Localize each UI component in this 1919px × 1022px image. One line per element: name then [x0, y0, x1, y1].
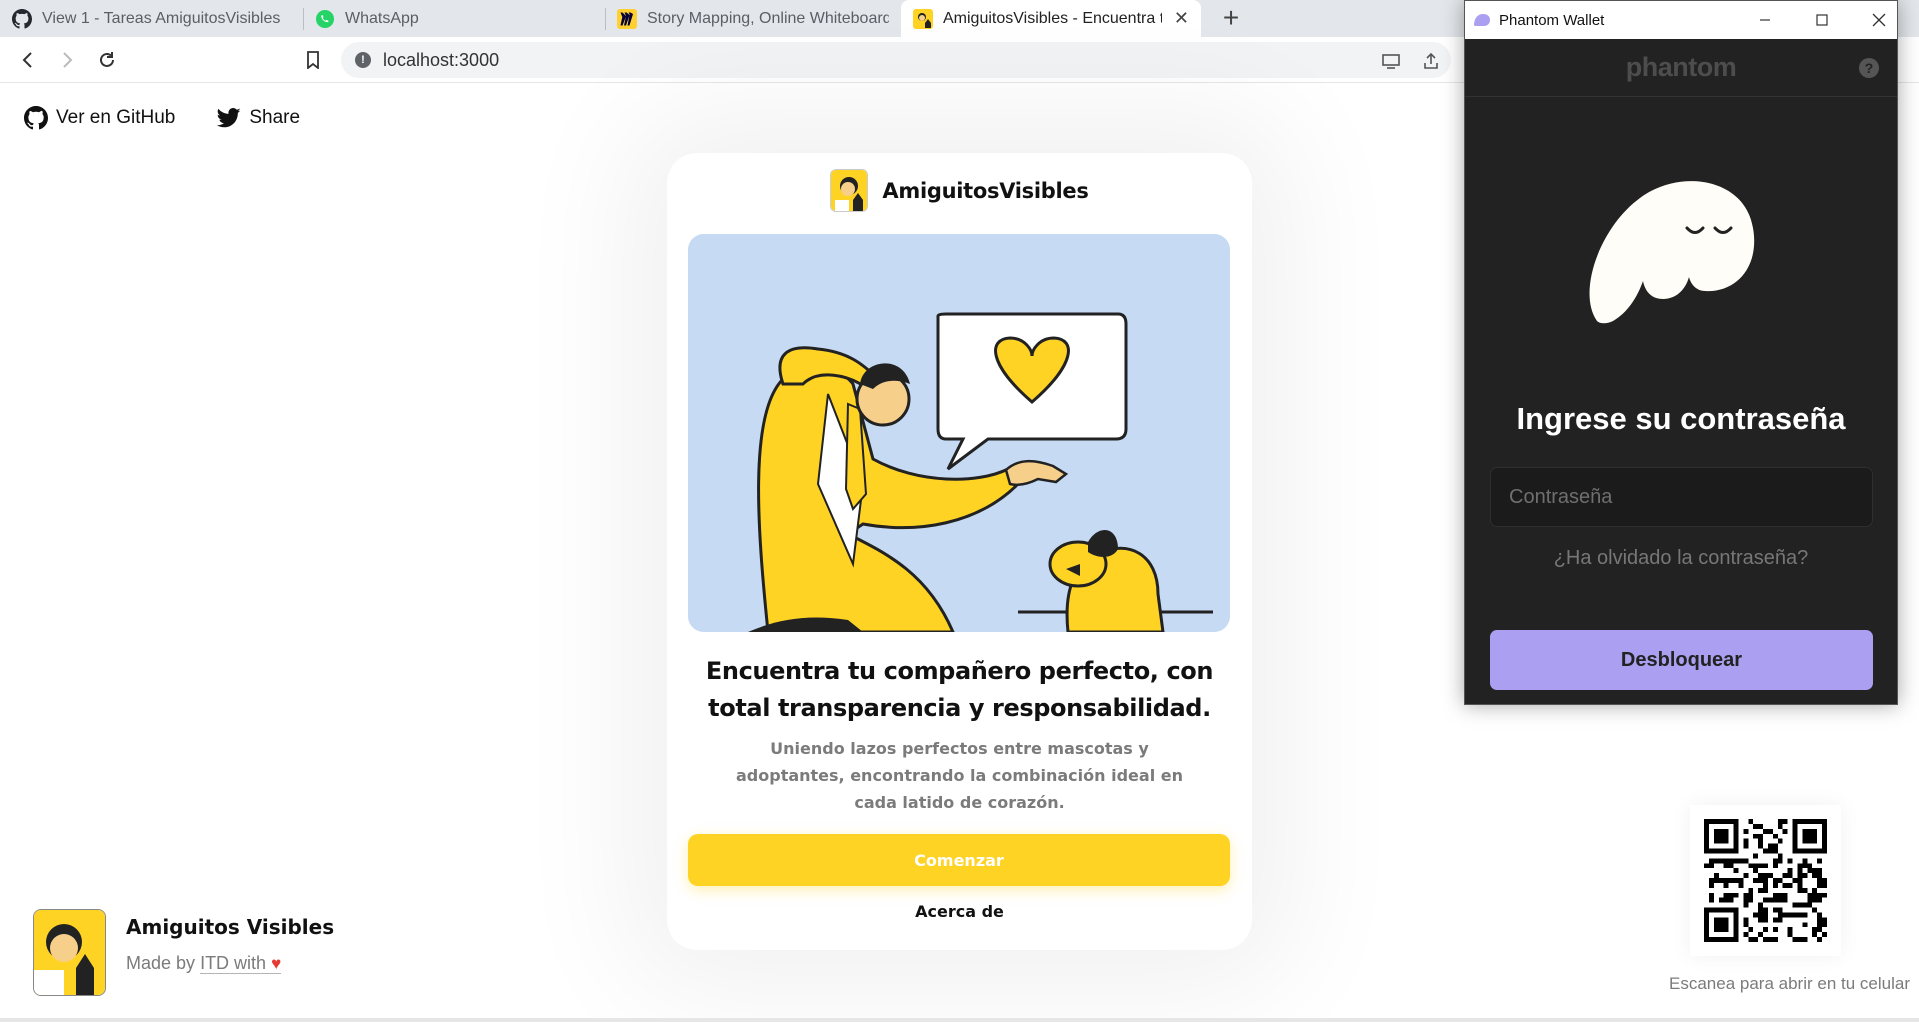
hero-illustration — [688, 234, 1230, 632]
footer-logo — [33, 909, 106, 996]
new-tab-icon[interactable]: + — [1215, 2, 1247, 34]
password-input[interactable] — [1490, 467, 1873, 527]
bookmark-icon[interactable] — [300, 47, 326, 73]
qr-caption: Escanea para abrir en tu celular — [1669, 974, 1910, 993]
ghost-icon — [1589, 181, 1755, 324]
address-bar[interactable]: ! localhost:3000 — [341, 42, 1451, 78]
landing-card: AmiguitosVisibles Encuentra tu compañero… — [667, 153, 1252, 950]
qr-code — [1690, 805, 1841, 956]
miro-icon — [617, 8, 637, 29]
wallet-titlebar[interactable]: Phantom Wallet — [1465, 1, 1897, 39]
tab-title: Story Mapping, Online Whiteboard for — [647, 9, 889, 27]
github-icon — [12, 8, 32, 29]
github-link-label: Ver en GitHub — [56, 107, 176, 128]
close-icon[interactable] — [1869, 10, 1889, 30]
tab-whatsapp[interactable]: WhatsApp — [303, 0, 603, 37]
made-by-link[interactable]: ITD with ♥ — [200, 953, 282, 974]
share-link[interactable]: Share — [217, 107, 300, 129]
tab-github[interactable]: View 1 - Tareas AmiguitosVisibles — [0, 0, 300, 37]
whatsapp-icon — [315, 9, 335, 29]
wallet-window-title: Phantom Wallet — [1499, 11, 1605, 29]
footer-brand: Amiguitos Visibles Made by ITD with ♥ — [33, 909, 334, 996]
tab-miro[interactable]: Story Mapping, Online Whiteboard for — [605, 0, 901, 37]
share-link-label: Share — [249, 107, 301, 128]
github-link[interactable]: Ver en GitHub — [24, 106, 175, 130]
phantom-icon — [1474, 14, 1490, 26]
brand-name: AmiguitosVisibles — [882, 178, 1089, 203]
wallet-header: phantom ? — [1465, 39, 1897, 97]
share-page-icon[interactable] — [1421, 51, 1441, 71]
unlock-button[interactable]: Desbloquear — [1490, 630, 1873, 690]
made-by-prefix: Made by — [126, 953, 196, 973]
tab-close-icon[interactable]: ✕ — [1174, 8, 1189, 29]
github-icon — [24, 106, 48, 130]
reload-icon[interactable] — [94, 47, 120, 73]
back-icon[interactable] — [15, 47, 41, 73]
made-by-link-text: ITD with — [200, 953, 267, 973]
info-icon[interactable]: ! — [355, 52, 371, 68]
forward-icon[interactable] — [54, 47, 80, 73]
card-brand: AmiguitosVisibles — [667, 169, 1252, 212]
brand-logo — [830, 169, 869, 212]
top-nav: Ver en GitHub Share — [24, 106, 342, 130]
help-icon[interactable]: ? — [1859, 58, 1879, 78]
heart-icon: ♥ — [271, 954, 282, 973]
url-text: localhost:3000 — [383, 50, 500, 70]
tab-title: AmiguitosVisibles - Encuentra tu — [943, 9, 1162, 27]
phantom-wallet-window: Phantom Wallet phantom ? Ingrese su cont… — [1464, 0, 1898, 705]
start-button[interactable]: Comenzar — [688, 834, 1230, 886]
tab-amiguitos[interactable]: AmiguitosVisibles - Encuentra tu ✕ — [901, 0, 1201, 37]
footer-made-by: Made by ITD with ♥ — [126, 953, 334, 974]
about-link[interactable]: Acerca de — [667, 902, 1252, 921]
tab-title: WhatsApp — [345, 9, 419, 27]
tab-title: View 1 - Tareas AmiguitosVisibles — [42, 9, 281, 27]
page-bottom-divider — [0, 1018, 1919, 1022]
twitter-icon — [217, 108, 241, 128]
maximize-icon[interactable] — [1812, 10, 1832, 30]
forgot-password-link[interactable]: ¿Ha olvidado la contraseña? — [1465, 547, 1897, 570]
amiguitos-icon — [913, 8, 933, 29]
install-app-icon[interactable] — [1381, 51, 1401, 71]
headline: Encuentra tu compañero perfecto, con tot… — [705, 657, 1214, 722]
wallet-title: Ingrese su contraseña — [1516, 401, 1846, 436]
minimize-icon[interactable] — [1755, 10, 1775, 30]
phantom-logo: phantom — [1625, 52, 1737, 82]
subtext: Uniendo lazos perfectos entre mascotas y… — [736, 739, 1183, 812]
footer-name: Amiguitos Visibles — [126, 915, 335, 939]
